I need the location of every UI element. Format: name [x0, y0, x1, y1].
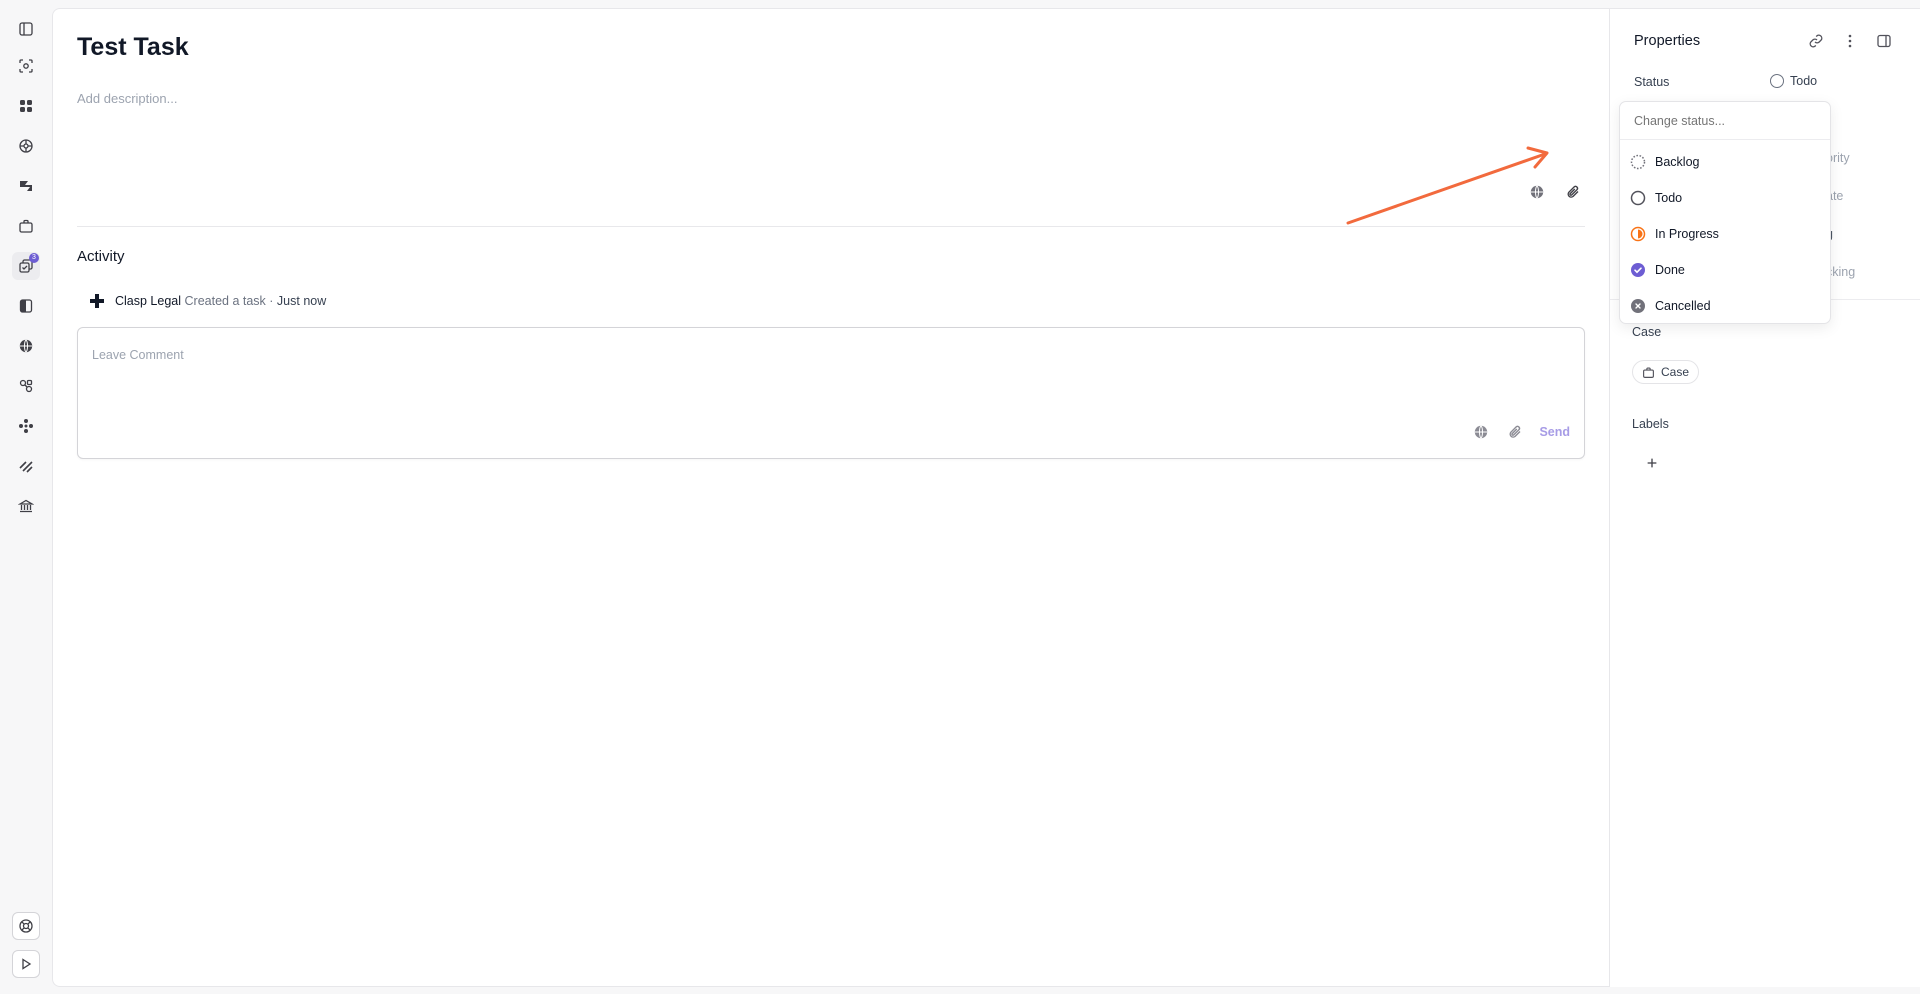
cancelled-icon [1631, 299, 1645, 313]
task-count-badge: 3 [29, 253, 39, 263]
status-option-label: Done [1655, 263, 1685, 277]
in-progress-icon [1630, 226, 1646, 242]
link-icon[interactable] [1806, 31, 1826, 51]
status-option-label: Todo [1655, 191, 1683, 205]
analytics-icon[interactable] [12, 172, 40, 200]
left-rail: 3 [0, 0, 52, 994]
sidebar-toggle-icon[interactable] [12, 15, 40, 43]
globe-icon[interactable] [1471, 422, 1491, 442]
status-option-todo[interactable]: Todo [1620, 180, 1830, 216]
comment-toolbar: Send [1471, 422, 1570, 442]
activity-time: Just now [276, 294, 327, 308]
status-option-label: Cancelled [1655, 299, 1711, 313]
activity-entry: Clasp Legal Created a task · Just now [89, 293, 326, 309]
activity-heading: Activity [77, 248, 125, 265]
case-chip[interactable]: Case [1632, 360, 1700, 384]
status-search-input[interactable] [1620, 102, 1830, 140]
status-selector[interactable]: Todo [1770, 74, 1817, 88]
done-icon [1631, 263, 1645, 277]
status-dropdown: Backlog Todo In Progress Done Cancelled [1619, 101, 1831, 324]
add-label-button[interactable] [1642, 453, 1662, 473]
more-vertical-icon[interactable] [1840, 31, 1860, 51]
dashboard-icon[interactable] [12, 92, 40, 120]
status-label: Status [1634, 75, 1670, 89]
scan-icon[interactable] [12, 52, 40, 80]
status-option-label: In Progress [1655, 227, 1719, 241]
properties-title: Properties [1634, 33, 1701, 49]
tasks-icon[interactable]: 3 [12, 252, 40, 280]
case-chip-label: Case [1661, 365, 1690, 379]
status-option-label: Backlog [1655, 155, 1700, 169]
clasp-logo-icon [90, 294, 104, 308]
apps-icon[interactable] [12, 412, 40, 440]
comment-box[interactable]: Leave Comment Send [77, 327, 1585, 459]
status-option-in-progress[interactable]: In Progress [1620, 216, 1830, 252]
case-label: Case [1632, 325, 1662, 339]
plus-icon [1647, 458, 1657, 468]
todo-icon [1770, 74, 1784, 88]
attachment-icon[interactable] [1563, 182, 1583, 202]
status-option-backlog[interactable]: Backlog [1620, 144, 1830, 180]
support-icon[interactable] [12, 912, 40, 940]
todo-icon [1630, 190, 1646, 206]
send-button[interactable]: Send [1539, 425, 1570, 439]
description-input[interactable]: Add description... [77, 91, 177, 106]
bank-icon[interactable] [12, 492, 40, 520]
attachment-icon[interactable] [1505, 422, 1525, 442]
briefcase-icon[interactable] [12, 212, 40, 240]
activity-action: Created a task · [184, 294, 274, 308]
globe-icon[interactable] [12, 332, 40, 360]
briefcase-icon [1643, 366, 1654, 378]
task-title[interactable]: Test Task [77, 33, 189, 62]
flow-icon[interactable] [12, 452, 40, 480]
annotation-arrow [1346, 146, 1549, 225]
network-icon[interactable] [12, 132, 40, 160]
properties-actions [1806, 31, 1894, 51]
comment-input[interactable]: Leave Comment [92, 348, 184, 362]
status-option-cancelled[interactable]: Cancelled [1620, 288, 1830, 324]
activity-actor: Clasp Legal [115, 294, 182, 308]
status-option-done[interactable]: Done [1620, 252, 1830, 288]
play-icon[interactable] [12, 950, 40, 978]
document-icon[interactable] [12, 292, 40, 320]
integrations-icon[interactable] [12, 372, 40, 400]
labels-label: Labels [1632, 417, 1669, 431]
backlog-icon [1630, 154, 1646, 170]
panel-toggle-icon[interactable] [1874, 31, 1894, 51]
status-value: Todo [1790, 74, 1818, 88]
